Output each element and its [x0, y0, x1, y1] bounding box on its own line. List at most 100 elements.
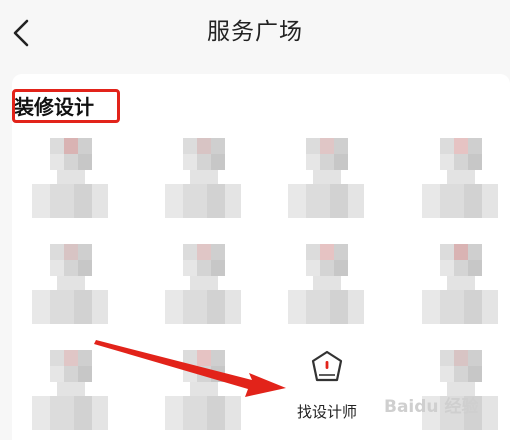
avatar-pixel-block — [348, 184, 364, 218]
avatar-pixel-block — [320, 244, 334, 260]
designer-avatar[interactable] — [32, 244, 116, 328]
avatar-pixel-block — [183, 244, 197, 260]
avatar-pixel-block — [422, 290, 440, 324]
avatar-pixel-block — [165, 396, 183, 430]
avatar-pixel-block — [50, 184, 74, 218]
find-designer-label: 找设计师 — [296, 403, 357, 421]
avatar-pixel-block — [207, 396, 225, 430]
avatar-pixel-block — [454, 138, 468, 154]
avatar-pixel-block — [50, 138, 64, 154]
annotation-highlight-box — [12, 89, 120, 123]
avatar-pixel-block — [468, 154, 482, 170]
avatar-pixel-block — [165, 184, 183, 218]
avatar-pixel-block — [440, 350, 454, 366]
avatar-pixel-block — [468, 366, 482, 382]
avatar-pixel-block — [468, 260, 482, 276]
avatar-pixel-block — [197, 366, 211, 382]
avatar-pixel-block — [183, 350, 197, 366]
avatar-pixel-block — [330, 184, 348, 218]
designer-avatar[interactable] — [288, 138, 372, 222]
avatar-pixel-block — [190, 276, 218, 290]
designer-avatar[interactable] — [165, 138, 249, 222]
avatar-pixel-block — [92, 184, 108, 218]
avatar-pixel-block — [78, 244, 92, 260]
avatar-pixel-block — [197, 244, 211, 260]
avatar-pixel-block — [74, 184, 92, 218]
avatar-pixel-block — [183, 260, 197, 276]
avatar-pixel-block — [348, 290, 364, 324]
screen: 服务广场 装修设计 找设计师 Baidu 经验 — [0, 0, 510, 440]
avatar-pixel-block — [32, 396, 50, 430]
avatar-pixel-block — [57, 276, 85, 290]
avatar-pixel-block — [468, 244, 482, 260]
avatar-pixel-block — [183, 366, 197, 382]
designer-avatar[interactable] — [288, 244, 372, 328]
avatar-pixel-block — [190, 170, 218, 184]
avatar-pixel-block — [320, 138, 334, 154]
avatar-pixel-block — [50, 350, 64, 366]
avatar-pixel-block — [78, 350, 92, 366]
avatar-pixel-block — [211, 350, 225, 366]
avatar-pixel-block — [447, 170, 475, 184]
avatar-pixel-block — [334, 138, 348, 154]
avatar-pixel-block — [313, 276, 341, 290]
avatar-pixel-block — [440, 184, 464, 218]
avatar-pixel-block — [306, 290, 330, 324]
watermark: Baidu 经验 — [384, 397, 479, 417]
designer-avatar[interactable] — [422, 244, 506, 328]
avatar-pixel-block — [64, 350, 78, 366]
avatar-pixel-block — [334, 154, 348, 170]
avatar-pixel-block — [64, 154, 78, 170]
avatar-pixel-block — [211, 366, 225, 382]
avatar-pixel-block — [330, 290, 348, 324]
designer-avatar[interactable] — [165, 244, 249, 328]
avatar-pixel-block — [313, 170, 341, 184]
avatar-pixel-block — [440, 244, 454, 260]
avatar-pixel-block — [334, 260, 348, 276]
find-designer-button[interactable]: 找设计师 — [290, 350, 364, 426]
designer-avatar[interactable] — [422, 138, 506, 222]
avatar-pixel-block — [64, 366, 78, 382]
avatar-pixel-block — [440, 290, 464, 324]
avatar-pixel-block — [64, 244, 78, 260]
avatar-pixel-block — [306, 260, 320, 276]
designer-avatar[interactable] — [165, 350, 249, 434]
avatar-pixel-block — [225, 184, 241, 218]
avatar-pixel-block — [225, 396, 241, 430]
avatar-pixel-block — [78, 366, 92, 382]
designer-badge-icon — [311, 350, 343, 382]
avatar-pixel-block — [211, 244, 225, 260]
avatar-pixel-block — [57, 170, 85, 184]
avatar-pixel-block — [422, 184, 440, 218]
avatar-pixel-block — [74, 396, 92, 430]
avatar-pixel-block — [440, 138, 454, 154]
avatar-pixel-block — [454, 260, 468, 276]
designer-avatar[interactable] — [32, 138, 116, 222]
avatar-pixel-block — [320, 154, 334, 170]
avatar-pixel-block — [190, 382, 218, 396]
avatar-pixel-block — [334, 244, 348, 260]
avatar-pixel-block — [225, 290, 241, 324]
avatar-pixel-block — [288, 290, 306, 324]
avatar-pixel-block — [197, 350, 211, 366]
avatar-pixel-block — [50, 260, 64, 276]
designer-avatar[interactable] — [32, 350, 116, 434]
avatar-pixel-block — [468, 350, 482, 366]
avatar-pixel-block — [64, 138, 78, 154]
avatar-pixel-block — [440, 260, 454, 276]
avatar-pixel-block — [92, 396, 108, 430]
avatar-pixel-block — [197, 154, 211, 170]
avatar-pixel-block — [92, 290, 108, 324]
avatar-pixel-block — [211, 260, 225, 276]
avatar-pixel-block — [57, 382, 85, 396]
avatar-pixel-block — [32, 184, 50, 218]
avatar-pixel-block — [78, 260, 92, 276]
avatar-pixel-block — [183, 396, 207, 430]
avatar-pixel-block — [482, 184, 498, 218]
avatar-pixel-block — [183, 290, 207, 324]
avatar-pixel-block — [468, 138, 482, 154]
avatar-pixel-block — [306, 244, 320, 260]
avatar-pixel-block — [50, 290, 74, 324]
avatar-pixel-block — [64, 260, 78, 276]
avatar-pixel-block — [165, 290, 183, 324]
